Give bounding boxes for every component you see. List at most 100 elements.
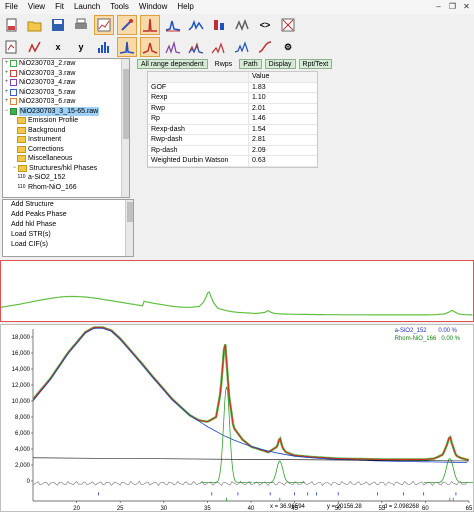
- row-value: 1.46: [252, 115, 266, 122]
- tab-path[interactable]: Path: [239, 59, 262, 69]
- zoom-peak-icon[interactable]: [117, 37, 137, 57]
- cross-select-icon[interactable]: [278, 15, 298, 35]
- folder-icon: [18, 164, 27, 172]
- scrollbar-thumb[interactable]: [123, 69, 129, 139]
- table-row[interactable]: Rexp 1.10: [148, 93, 317, 104]
- table-row[interactable]: Rp 1.46: [148, 114, 317, 125]
- action-load-cif[interactable]: Load CIF(s): [3, 240, 133, 250]
- data-import-icon[interactable]: [2, 37, 22, 57]
- menu-view[interactable]: View: [23, 0, 50, 14]
- app-window: File View Fit Launch Tools Window Help –…: [0, 0, 474, 512]
- profile-fit-icon[interactable]: [163, 15, 183, 35]
- row-name: Rwp: [148, 103, 249, 113]
- tree-child-item[interactable]: Miscellaneous: [3, 154, 129, 164]
- menu-launch[interactable]: Launch: [69, 0, 105, 14]
- table-row[interactable]: Rexp-dash 1.54: [148, 124, 317, 135]
- action-add-structure[interactable]: Add Structure: [3, 200, 133, 210]
- save-icon[interactable]: [48, 15, 68, 35]
- open-folder-icon[interactable]: [25, 15, 45, 35]
- y-tick-label: 12,000: [12, 383, 31, 389]
- tree-phase-label: Rhom-NiO_166: [28, 183, 77, 191]
- table-row[interactable]: Rp-dash 2.09: [148, 145, 317, 156]
- refine-run-icon[interactable]: [117, 15, 137, 35]
- main-plot[interactable]: 18,000 16,000 14,000 12,000 10,000 8,000 6,000…: [0, 324, 474, 512]
- tab-rpt-text[interactable]: Rpt/Text: [298, 59, 333, 69]
- new-file-icon[interactable]: [2, 15, 22, 35]
- tree-scrollbar[interactable]: [121, 59, 129, 197]
- menu-file[interactable]: File: [0, 0, 23, 14]
- y-axis-button[interactable]: y: [71, 37, 91, 57]
- toolbar-secondary: x y ⚙: [0, 36, 474, 58]
- x-axis-button[interactable]: x: [48, 37, 68, 57]
- tab-rwps[interactable]: Rwps: [210, 59, 237, 69]
- peak-marker-icon[interactable]: [140, 15, 160, 35]
- nio-phase-peak: [253, 460, 306, 483]
- tree-child-item[interactable]: Background: [3, 126, 129, 136]
- table-row[interactable]: Rwp-dash 2.81: [148, 135, 317, 146]
- zoom-fit-icon[interactable]: [140, 37, 160, 57]
- tree-child-item[interactable]: Instrument: [3, 135, 129, 145]
- row-name: GOF: [148, 82, 249, 92]
- fit-window-icon[interactable]: [94, 15, 114, 35]
- tree-phase-item[interactable]: 110 a-SiO2_152: [3, 173, 129, 183]
- tree-child-item[interactable]: Emission Profile: [3, 116, 129, 126]
- tree-child-item[interactable]: Corrections: [3, 145, 129, 155]
- row-value: 0.63: [252, 157, 266, 164]
- histogram-icon[interactable]: [94, 37, 114, 57]
- restore-icon[interactable]: ❐: [447, 1, 458, 12]
- folder-icon: [17, 117, 26, 125]
- actions-scrollbar[interactable]: [125, 200, 133, 256]
- multi-peak-icon[interactable]: [163, 37, 183, 57]
- tree-file-item[interactable]: + NiO230703_4.raw: [3, 78, 129, 88]
- overview-plot[interactable]: [0, 260, 474, 322]
- close-icon[interactable]: ✕: [461, 1, 472, 12]
- minimize-icon[interactable]: –: [433, 1, 444, 12]
- x-tick-label: 20: [73, 506, 80, 511]
- action-add-hkl-phase[interactable]: Add hkl Phase: [3, 220, 133, 230]
- main-chart: 18,000 16,000 14,000 12,000 10,000 8,000 6,000…: [12, 326, 473, 511]
- hkl-icon: 110: [17, 174, 26, 181]
- code-icon[interactable]: <>: [255, 15, 275, 35]
- table-row[interactable]: Rwp 2.01: [148, 103, 317, 114]
- tree-file-item-selected[interactable]: − NiO230703_3_15-65.raw: [3, 106, 129, 116]
- phase-scale-icon[interactable]: [209, 15, 229, 35]
- tab-display[interactable]: Display: [264, 59, 296, 69]
- folder-icon: [17, 136, 26, 144]
- menu-fit[interactable]: Fit: [50, 0, 69, 14]
- y-tick-label: 16,000: [12, 351, 31, 357]
- action-add-peaks-phase[interactable]: Add Peaks Phase: [3, 210, 133, 220]
- tree-child-item[interactable]: − Structures/hkl Phases: [3, 164, 129, 174]
- tree-file-item[interactable]: + NiO230703_6.raw: [3, 97, 129, 107]
- menu-window[interactable]: Window: [134, 0, 172, 14]
- tree-child-label: Structures/hkl Phases: [29, 164, 98, 172]
- step-curve-icon[interactable]: [255, 37, 275, 57]
- tree-child-label: Miscellaneous: [28, 155, 73, 162]
- peak-list-icon[interactable]: [209, 37, 229, 57]
- print-icon[interactable]: [71, 15, 91, 35]
- spectrum-icon[interactable]: [232, 37, 252, 57]
- menu-tools[interactable]: Tools: [105, 0, 134, 14]
- folder-icon: [17, 155, 26, 163]
- structure-icon[interactable]: [232, 15, 252, 35]
- legend-entry: Rhom-NiO_166 0.00 %: [394, 336, 460, 342]
- details-tabs: All range dependent Rwps Path Display Rp…: [137, 59, 333, 69]
- tree-file-item[interactable]: + NiO230703_5.raw: [3, 88, 129, 98]
- table-row[interactable]: GOF 1.83: [148, 82, 317, 93]
- pattern-compare-icon[interactable]: [186, 15, 206, 35]
- status-x: x = 36.96594: [270, 504, 305, 510]
- tree-file-item[interactable]: + NiO230703_3.raw: [3, 69, 129, 79]
- tree-file-item[interactable]: + NiO230703_2.raw: [3, 59, 129, 69]
- table-row[interactable]: Weighted Durbin Watson 0.63: [148, 156, 317, 167]
- row-name: Rp: [148, 114, 249, 124]
- overlay-peaks-icon[interactable]: [186, 37, 206, 57]
- settings-gear-icon[interactable]: ⚙: [278, 37, 298, 57]
- menu-help[interactable]: Help: [172, 0, 198, 14]
- action-load-str[interactable]: Load STR(s): [3, 230, 133, 240]
- tab-all-range[interactable]: All range dependent: [137, 59, 208, 69]
- tree-phase-item[interactable]: 110 Rhom-NiO_166: [3, 183, 129, 193]
- curve-import-icon[interactable]: [25, 37, 45, 57]
- scrollbar-thumb[interactable]: [127, 202, 133, 222]
- x-tick-label: 25: [117, 506, 124, 511]
- calculated-series: [32, 326, 469, 461]
- background-series: [32, 327, 468, 463]
